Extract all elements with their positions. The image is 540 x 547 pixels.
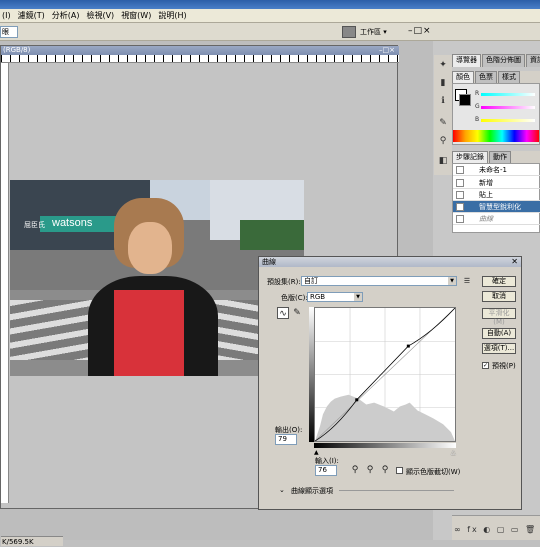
store-sign: watsons <box>52 217 93 229</box>
workspace-icon[interactable] <box>342 26 356 38</box>
tab-swatches[interactable]: 色票 <box>475 71 497 83</box>
history-icon <box>456 215 464 223</box>
tab-info[interactable]: 資訊 <box>526 54 540 67</box>
layer-buttons[interactable]: ∞ fx ◐ ▢ ▭ 🗑 <box>454 525 537 534</box>
menu-item-filter[interactable]: 濾鏡(T) <box>18 10 45 21</box>
layers-icon[interactable]: ◧ <box>437 155 449 167</box>
white-point-slider[interactable]: △ <box>451 449 456 456</box>
tab-styles[interactable]: 樣式 <box>498 71 520 83</box>
tab-color[interactable]: 顏色 <box>452 71 474 83</box>
navigator-panel-tabs: 導覽器 色階分佈圖 資訊 <box>452 54 540 67</box>
history-item[interactable]: 貼上 <box>453 189 540 201</box>
chevron-down-icon: ▼ <box>448 277 456 285</box>
curve-control-point[interactable] <box>406 344 410 348</box>
vertical-ruler <box>1 63 9 503</box>
curves-dialog: 曲線 ✕ 預設集(R): 自訂 ▼ ☰ 色版(C): RGB ▼ ∿ ✎ ▲ △ 輸… <box>258 256 522 510</box>
curve-graph[interactable] <box>314 307 456 442</box>
clone-icon[interactable]: ⚲ <box>437 135 449 147</box>
window-controls[interactable]: –□× <box>408 26 432 36</box>
preset-label: 預設集(R): <box>267 278 301 286</box>
cancel-button[interactable]: 取消 <box>482 291 516 302</box>
chevron-down-icon: ▼ <box>354 293 362 301</box>
b-slider[interactable] <box>481 119 535 122</box>
black-eyedropper-icon[interactable]: ⚲ <box>349 464 361 476</box>
color-panel-tabs: 顏色 色票 樣式 <box>452 71 540 83</box>
menu-item-help[interactable]: 說明(H) <box>158 10 186 21</box>
brush-icon[interactable]: ✎ <box>437 117 449 129</box>
navigator-icon[interactable]: ✦ <box>437 59 449 71</box>
curve-point-tool-icon[interactable]: ∿ <box>277 307 289 319</box>
input-field[interactable]: 76 <box>315 465 337 476</box>
close-icon[interactable]: ✕ <box>511 257 518 267</box>
output-field[interactable]: 79 <box>275 434 297 445</box>
history-icon <box>456 179 464 187</box>
history-icon <box>456 191 464 199</box>
document-title: (RGB/8) <box>1 46 399 55</box>
horizontal-ruler <box>1 55 399 63</box>
preset-menu-icon[interactable]: ☰ <box>461 275 473 287</box>
channel-label: 色版(C): <box>281 294 308 302</box>
history-list: 未命名-1 新增 貼上 智慧型銳利化 曲線 <box>452 163 540 233</box>
panel-icon-strip: ✦ ▮ ℹ ✎ ⚲ ◧ <box>434 55 452 175</box>
preset-select[interactable]: 自訂 ▼ <box>301 276 457 286</box>
white-eyedropper-icon[interactable]: ⚲ <box>379 464 391 476</box>
workspace-button[interactable]: 工作區 ▾ <box>360 26 398 38</box>
divider <box>339 490 454 491</box>
info-icon[interactable]: ℹ <box>437 95 449 107</box>
history-item[interactable]: 新增 <box>453 177 540 189</box>
options-button[interactable]: 選項(T)... <box>482 343 516 354</box>
dialog-title: 曲線 <box>259 257 521 267</box>
document-controls[interactable]: –□× <box>379 46 395 55</box>
expand-icon[interactable]: ⌄ <box>279 486 285 494</box>
snapshot-thumbnail <box>456 166 464 174</box>
black-point-slider[interactable]: ▲ <box>314 449 319 456</box>
app-titlebar <box>0 0 540 9</box>
pencil-icon[interactable]: ✎ <box>291 307 303 319</box>
b-label: B <box>475 116 480 123</box>
smooth-button[interactable]: 平滑化(M) <box>482 308 516 326</box>
history-item[interactable]: 曲線 <box>453 213 540 225</box>
input-gradient <box>314 443 456 448</box>
tab-history[interactable]: 步驟記錄 <box>452 151 488 163</box>
menu-item-analysis[interactable]: 分析(A) <box>52 10 80 21</box>
tab-navigator[interactable]: 導覽器 <box>452 54 481 67</box>
layers-panel-footer: ∞ fx ◐ ▢ ▭ 🗑 <box>452 515 540 540</box>
menu-item-window[interactable]: 視窗(W) <box>121 10 151 21</box>
r-label: R <box>475 90 480 97</box>
history-icon <box>456 203 464 211</box>
color-spectrum[interactable] <box>453 130 539 142</box>
foreground-color-swatch[interactable] <box>459 94 471 106</box>
g-slider[interactable] <box>481 106 535 109</box>
r-slider[interactable] <box>481 93 535 96</box>
g-label: G <box>475 103 480 110</box>
history-item-selected[interactable]: 智慧型銳利化 <box>453 201 540 213</box>
options-field[interactable]: 眼 <box>0 26 18 38</box>
store-sign-2: 屈臣氏 <box>24 221 45 229</box>
ok-button[interactable]: 確定 <box>482 276 516 287</box>
auto-button[interactable]: 自動(A) <box>482 328 516 339</box>
clipping-checkbox[interactable] <box>396 467 403 474</box>
curve-display-options[interactable]: 曲線顯示選項 <box>291 486 333 496</box>
tab-histogram[interactable]: 色階分佈圖 <box>482 54 525 67</box>
preview-label: 預視(P) <box>492 362 516 370</box>
gray-eyedropper-icon[interactable]: ⚲ <box>364 464 376 476</box>
document-status: K/569.5K <box>1 536 63 546</box>
channel-select[interactable]: RGB ▼ <box>307 292 363 302</box>
menu-bar: (I) 濾鏡(T) 分析(A) 檢視(V) 視窗(W) 說明(H) <box>0 9 540 23</box>
tab-actions[interactable]: 動作 <box>489 151 511 163</box>
preview-checkbox[interactable]: ✓ <box>482 362 489 369</box>
clipping-label: 顯示色版截切(W) <box>406 468 461 476</box>
curve-control-point[interactable] <box>355 398 359 402</box>
history-snapshot[interactable]: 未命名-1 <box>453 164 540 176</box>
history-panel-tabs: 步驟記錄 動作 <box>452 151 540 163</box>
menu-item-view[interactable]: 檢視(V) <box>86 10 114 21</box>
histogram-icon[interactable]: ▮ <box>437 77 449 89</box>
options-bar: 眼 工作區 ▾ –□× <box>0 23 540 41</box>
menu-item-image[interactable]: (I) <box>2 11 11 20</box>
